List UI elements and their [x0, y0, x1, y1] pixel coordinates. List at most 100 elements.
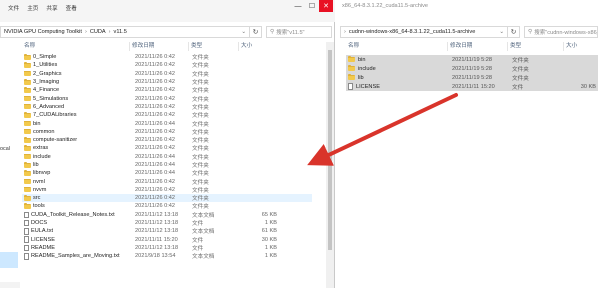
file-name: include	[33, 153, 51, 160]
file-row[interactable]: 0_Simple 2021/11/26 0:42 文件夹	[22, 53, 312, 61]
file-name-cell: extras	[22, 145, 130, 151]
chevron-down-icon[interactable]: ⌄	[496, 29, 507, 35]
file-icon	[24, 211, 29, 219]
breadcrumb-item[interactable]: NVIDIA GPU Computing Toolkit	[4, 29, 82, 35]
refresh-button[interactable]: ↻	[508, 26, 520, 38]
scrollbar-thumb[interactable]	[328, 50, 332, 250]
file-type: 文件夹	[512, 66, 529, 73]
column-header-name[interactable]: 名称	[346, 42, 448, 51]
file-date: 2021/11/26 0:42	[135, 128, 176, 135]
file-size: 30 KB	[580, 83, 596, 90]
file-name: tools	[33, 203, 45, 210]
folder-icon	[24, 203, 31, 209]
file-row[interactable]: DOCS 2021/11/12 13:18 文件 1 KB	[22, 219, 312, 227]
tab-view[interactable]: 查看	[66, 4, 77, 12]
file-row[interactable]: libnvvp 2021/11/26 0:44 文件夹	[22, 169, 312, 177]
tab-file[interactable]: 文件	[8, 4, 19, 12]
file-row[interactable]: nvml 2021/11/26 0:42 文件夹	[22, 177, 312, 186]
file-row[interactable]: lib 2021/11/26 0:44 文件夹	[22, 161, 312, 169]
file-row[interactable]: LICENSE 2021/11/11 15:20 文件 30 KB	[346, 82, 598, 91]
column-header-type[interactable]: 类型	[508, 42, 564, 51]
search-input[interactable]: ⚲ 搜索"v11.5"	[266, 26, 332, 38]
file-row[interactable]: bin 2021/11/26 0:44 文件夹	[22, 119, 312, 128]
tab-share[interactable]: 共享	[46, 4, 57, 12]
file-row[interactable]: EULA.txt 2021/11/12 13:18 文本文档 61 KB	[22, 227, 312, 235]
file-row[interactable]: extras 2021/11/26 0:42 文件夹	[22, 144, 312, 152]
file-name: 5_Simulations	[33, 95, 69, 102]
nav-selected-item[interactable]	[0, 252, 18, 268]
file-row[interactable]: include 2021/11/26 0:44 文件夹	[22, 153, 312, 161]
file-name-cell: nvml	[22, 178, 130, 185]
file-size: 65 KB	[261, 211, 277, 218]
file-row[interactable]: include 2021/11/19 5:28 文件夹	[346, 64, 598, 73]
file-row[interactable]: common 2021/11/26 0:42 文件夹	[22, 128, 312, 136]
file-name: 1_Utilities	[33, 62, 58, 69]
file-row[interactable]: bin 2021/11/19 5:28 文件夹	[346, 55, 598, 64]
file-row[interactable]: lib 2021/11/19 5:28 文件夹	[346, 73, 598, 82]
file-icon	[24, 244, 29, 252]
file-row[interactable]: nvvm 2021/11/26 0:42 文件夹	[22, 186, 312, 194]
folder-icon	[24, 62, 31, 68]
folder-icon	[24, 54, 31, 60]
column-header-date[interactable]: 修改日期	[448, 42, 508, 51]
file-date: 2021/11/26 0:42	[135, 103, 176, 110]
file-name: bin	[33, 120, 41, 127]
minimize-button[interactable]: —	[291, 0, 305, 12]
ribbon-tabs: 文件 主页 共享 查看	[8, 4, 77, 12]
chevron-right-icon: ›	[108, 29, 111, 35]
file-name-cell: common	[22, 128, 130, 135]
file-date: 2021/11/12 13:18	[135, 228, 179, 235]
nav-item-label[interactable]: ocal	[0, 146, 10, 152]
file-type: 文件	[512, 84, 524, 91]
column-header-row: 名称 修改日期 类型 大小	[22, 42, 312, 51]
refresh-button[interactable]: ↻	[250, 26, 262, 38]
ribbon: 文件 主页 共享 查看 — ☐ ✕	[0, 0, 335, 22]
tab-home[interactable]: 主页	[27, 4, 38, 12]
folder-icon	[348, 65, 355, 71]
file-row[interactable]: 2_Graphics 2021/11/26 0:42 文件夹	[22, 70, 312, 78]
folder-icon	[24, 70, 31, 77]
file-name-cell: lib	[346, 74, 448, 81]
column-header-size[interactable]: 大小	[239, 42, 279, 51]
file-row[interactable]: 4_Finance 2021/11/26 0:42 文件夹	[22, 86, 312, 94]
folder-icon	[24, 186, 31, 193]
explorer-window-right: x86_64-8.3.1.22_cuda11.5-archive › cudnn…	[336, 0, 600, 288]
file-name: 3_Imaging	[33, 79, 60, 86]
address-bar[interactable]: NVIDIA GPU Computing Toolkit › CUDA › v1…	[0, 26, 250, 38]
chevron-down-icon[interactable]: ⌄	[238, 29, 249, 35]
file-row[interactable]: 5_Simulations 2021/11/26 0:42 文件夹	[22, 94, 312, 103]
file-row[interactable]: CUDA_Toolkit_Release_Notes.txt 2021/11/12…	[22, 211, 312, 219]
column-header-name[interactable]: 名称	[22, 42, 130, 51]
file-row[interactable]: 3_Imaging 2021/11/26 0:42 文件夹	[22, 78, 312, 86]
file-type: 文件夹	[192, 154, 209, 161]
address-bar[interactable]: › cudnn-windows-x86_64-8.3.1.22_cuda11.5…	[340, 26, 508, 38]
file-row[interactable]: README_Samples_are_Moving.txt 2021/9/18 1…	[22, 252, 312, 260]
file-date: 2021/11/26 0:42	[135, 95, 176, 102]
file-row[interactable]: 1_Utilities 2021/11/26 0:42 文件夹	[22, 61, 312, 69]
file-row[interactable]: 7_CUDALibraries 2021/11/26 0:42 文件夹	[22, 111, 312, 119]
folder-icon	[24, 120, 31, 127]
file-row[interactable]: tools 2021/11/26 0:42 文件夹	[22, 202, 312, 210]
file-row[interactable]: README 2021/11/12 13:18 文件 1 KB	[22, 244, 312, 252]
search-input[interactable]: ⚲ 搜索"cudnn-windows-x86_64...	[524, 26, 598, 38]
breadcrumb-item[interactable]: CUDA	[90, 29, 106, 35]
vertical-scrollbar[interactable]	[326, 42, 334, 288]
file-row[interactable]: 6_Advanced 2021/11/26 0:42 文件夹	[22, 103, 312, 111]
folder-icon	[24, 145, 31, 151]
column-header-date[interactable]: 修改日期	[130, 42, 189, 51]
file-name: README_Samples_are_Moving.txt	[31, 253, 120, 260]
file-icon	[348, 83, 353, 90]
file-name: DOCS	[31, 220, 48, 227]
file-row[interactable]: src 2021/11/26 0:42 文件夹	[22, 194, 312, 203]
file-row[interactable]: LICENSE 2021/11/11 15:20 文件 30 KB	[22, 236, 312, 244]
file-date: 2021/9/18 13:54	[135, 253, 176, 260]
maximize-button[interactable]: ☐	[305, 0, 319, 12]
close-button[interactable]: ✕	[319, 0, 333, 12]
file-row[interactable]: compute-sanitizer 2021/11/26 0:42 文件夹	[22, 136, 312, 144]
breadcrumb-item[interactable]: v11.5	[114, 29, 127, 35]
column-header-type[interactable]: 类型	[189, 42, 239, 51]
column-header-size[interactable]: 大小	[564, 42, 596, 51]
breadcrumb-item[interactable]: cudnn-windows-x86_64-8.3.1.22_cuda11.5-a…	[349, 29, 475, 35]
file-date: 2021/11/26 0:44	[135, 153, 176, 160]
folder-icon	[24, 103, 31, 110]
